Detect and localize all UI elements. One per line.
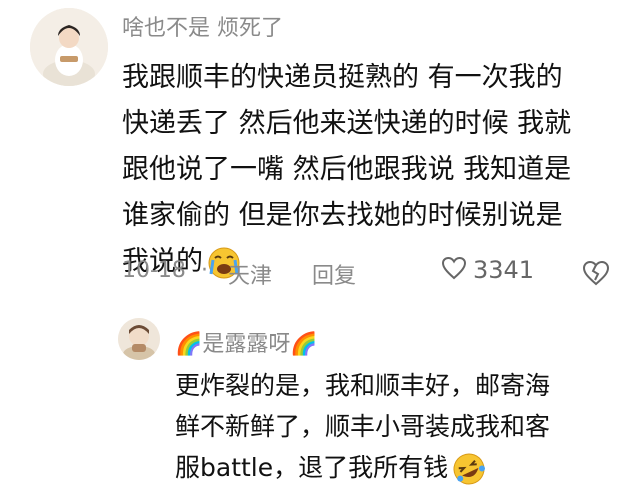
comment-line: 服battle，退了我所有钱 bbox=[175, 447, 550, 488]
comment-line: 快递丢了 然后他来送快递的时候 我就 bbox=[122, 108, 572, 139]
comment-username[interactable]: 啥也不是 烦死了 bbox=[122, 10, 283, 42]
comment-body: 更炸裂的是，我和顺丰好，邮寄海 鲜不新鲜了，顺丰小哥装成我和客 服battle，… bbox=[175, 365, 550, 488]
comment-date: 10-18 bbox=[122, 258, 186, 283]
comment-body: 我跟顺丰的快递员挺熟的 有一次我的 快递丢了 然后他来送快递的时候 我就 跟他说… bbox=[122, 55, 571, 285]
rolling-laughing-face-icon bbox=[452, 452, 486, 486]
heart-icon bbox=[441, 256, 467, 284]
comment-line: 跟他说了一嘴 然后他跟我说 我知道是 bbox=[122, 154, 572, 185]
comment-username[interactable]: 🌈是露露呀🌈 bbox=[175, 326, 318, 358]
dislike-button[interactable] bbox=[582, 260, 610, 290]
like-button[interactable]: 3341 bbox=[441, 256, 534, 284]
comment-line: 我跟顺丰的快递员挺熟的 有一次我的 bbox=[122, 62, 563, 93]
avatar[interactable] bbox=[30, 8, 108, 86]
comment-line: 鲜不新鲜了，顺丰小哥装成我和客 bbox=[175, 412, 551, 441]
avatar[interactable] bbox=[118, 318, 160, 360]
comment-line: 谁家偷的 但是你去找她的时候别说是 bbox=[122, 200, 563, 231]
broken-heart-icon bbox=[582, 260, 610, 290]
comment-line: 更炸裂的是，我和顺丰好，邮寄海 bbox=[175, 371, 551, 400]
like-count: 3341 bbox=[473, 256, 535, 284]
reply-button[interactable]: 回复 bbox=[312, 258, 356, 290]
comment-location: 天津 bbox=[228, 264, 273, 289]
comment-line-text: 服battle，退了我所有钱 bbox=[175, 453, 449, 482]
meta-separator: · bbox=[201, 258, 208, 283]
